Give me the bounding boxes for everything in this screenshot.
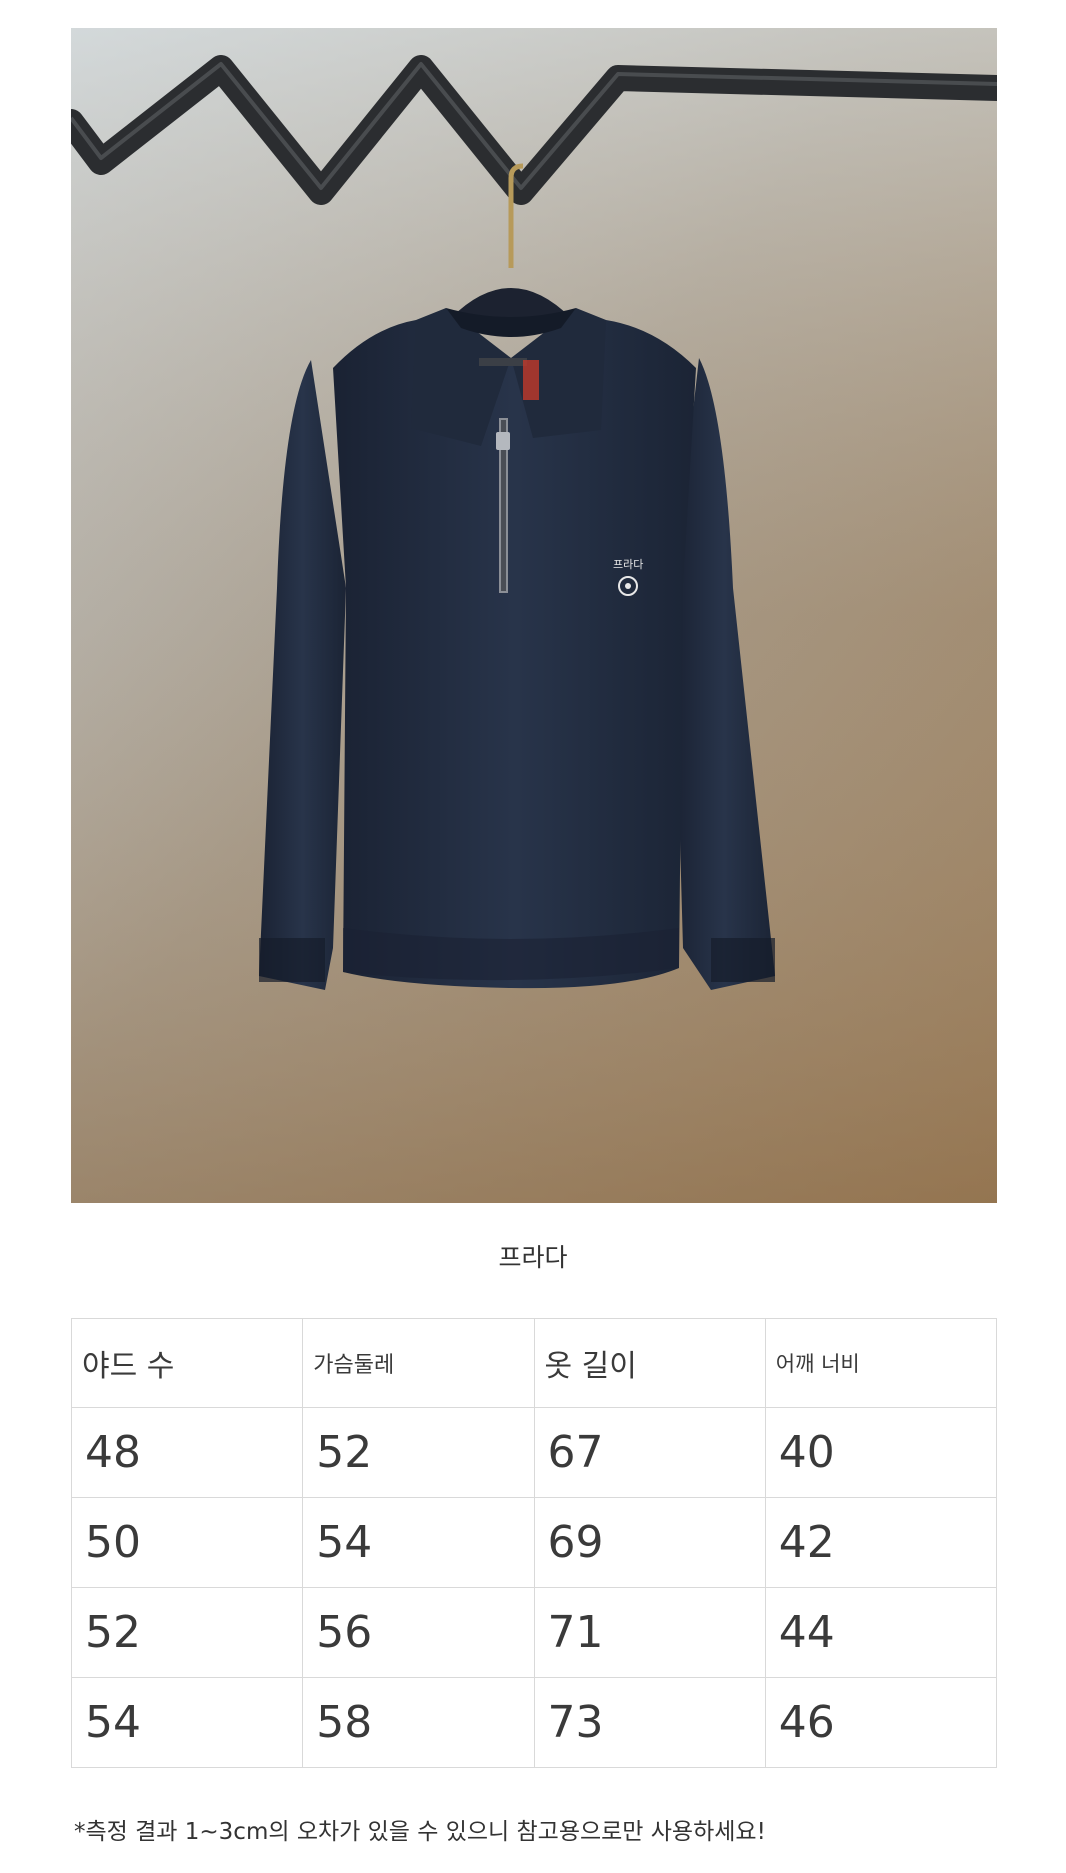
measurement-note: *측정 결과 1~3cm의 오차가 있을 수 있으니 참고용으로만 사용하세요! bbox=[74, 1819, 766, 1845]
header-length: 옷 길이 bbox=[533, 1318, 766, 1408]
product-photo: 프라다 bbox=[71, 28, 997, 1203]
table-cell: 42 bbox=[764, 1497, 998, 1588]
size-table: 야드 수 가슴둘레 옷 길이 어깨 너비 48 52 67 40 50 54 6… bbox=[70, 1318, 998, 1768]
table-cell: 52 bbox=[302, 1407, 535, 1498]
table-row: 50 54 69 42 bbox=[70, 1497, 998, 1588]
header-yard: 야드 수 bbox=[70, 1318, 304, 1408]
table-cell: 56 bbox=[302, 1587, 535, 1678]
table-cell: 54 bbox=[302, 1497, 535, 1588]
table-cell: 54 bbox=[70, 1677, 304, 1768]
header-shoulder: 어깨 너비 bbox=[764, 1318, 998, 1408]
table-cell: 44 bbox=[764, 1587, 998, 1678]
table-cell: 50 bbox=[70, 1497, 304, 1588]
table-cell: 48 bbox=[70, 1407, 304, 1498]
table-row: 54 58 73 46 bbox=[70, 1677, 998, 1768]
table-cell: 58 bbox=[302, 1677, 535, 1768]
table-cell: 73 bbox=[533, 1677, 766, 1768]
table-cell: 52 bbox=[70, 1587, 304, 1678]
table-cell: 46 bbox=[764, 1677, 998, 1768]
brand-name: 프라다 bbox=[498, 1243, 568, 1272]
table-row: 52 56 71 44 bbox=[70, 1587, 998, 1678]
table-cell: 67 bbox=[533, 1407, 766, 1498]
table-row: 48 52 67 40 bbox=[70, 1407, 998, 1498]
header-chest: 가슴둘레 bbox=[302, 1318, 535, 1408]
table-header-row: 야드 수 가슴둘레 옷 길이 어깨 너비 bbox=[70, 1318, 998, 1408]
logo-embroidery-text: 프라다 bbox=[613, 558, 643, 571]
table-cell: 40 bbox=[764, 1407, 998, 1498]
table-cell: 71 bbox=[533, 1587, 766, 1678]
table-cell: 69 bbox=[533, 1497, 766, 1588]
